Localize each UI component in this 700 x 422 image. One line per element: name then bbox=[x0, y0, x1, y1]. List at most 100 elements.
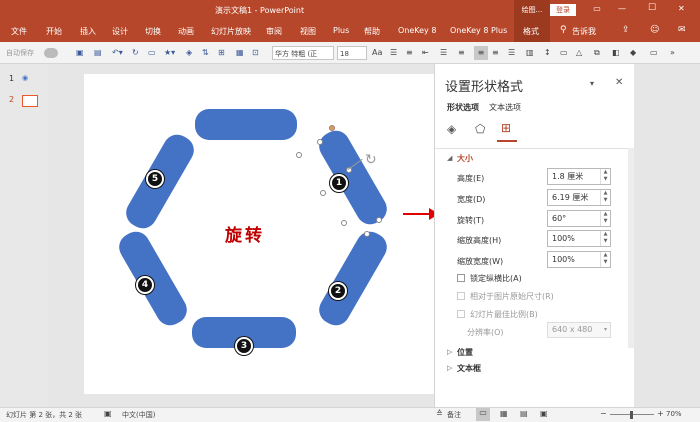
zoom-level[interactable]: 70% bbox=[666, 410, 682, 418]
sorter-view-icon[interactable]: ▦ bbox=[500, 409, 508, 418]
relative-original-checkbox[interactable] bbox=[457, 292, 465, 300]
slide-thumb-1[interactable]: ◉ bbox=[22, 74, 36, 84]
reading-view-icon[interactable]: ▤ bbox=[520, 409, 528, 418]
maximize-button[interactable]: ☐ bbox=[648, 3, 656, 13]
resize-handle[interactable] bbox=[320, 190, 326, 196]
shape-4[interactable] bbox=[114, 226, 192, 331]
undo-icon[interactable]: ↶▾ bbox=[112, 46, 123, 60]
shapes-icon[interactable]: ◈ bbox=[186, 46, 192, 60]
lock-aspect-checkbox[interactable] bbox=[457, 274, 465, 282]
tab-file[interactable]: 文件 bbox=[11, 26, 27, 37]
share-icon[interactable]: ⇪ bbox=[622, 25, 630, 35]
slide-icon[interactable]: ▭ bbox=[148, 46, 156, 60]
tab-insert[interactable]: 插入 bbox=[80, 26, 96, 37]
tell-me-search[interactable]: 告诉我 bbox=[572, 26, 596, 37]
slideshow-view-icon[interactable]: ▣ bbox=[540, 409, 548, 418]
scale-width-input[interactable]: 100% ▲ ▼ bbox=[547, 251, 611, 268]
scale-height-input[interactable]: 100% ▲ ▼ bbox=[547, 230, 611, 247]
align-left-icon[interactable]: ☰ bbox=[440, 46, 447, 60]
tab-format[interactable]: 格式 bbox=[523, 26, 539, 37]
arrange-icon[interactable]: ⧉ bbox=[594, 46, 600, 60]
tab-help[interactable]: 帮助 bbox=[364, 26, 380, 37]
resize-handle[interactable] bbox=[376, 217, 382, 223]
save-as-icon[interactable]: ▤ bbox=[94, 46, 102, 60]
line-spacing-icon[interactable]: ↕ bbox=[544, 46, 551, 60]
outline-icon[interactable]: ▭ bbox=[650, 46, 658, 60]
normal-view-icon[interactable]: ▭ bbox=[476, 408, 490, 421]
notes-button[interactable]: 备注 bbox=[447, 410, 461, 420]
rotation-input[interactable]: 60° ▲ ▼ bbox=[547, 210, 611, 227]
redo-icon[interactable]: ↻ bbox=[132, 46, 139, 60]
align-center-icon[interactable]: ≡ bbox=[474, 46, 488, 60]
minimize-button[interactable]: — bbox=[618, 4, 626, 13]
text-box-icon[interactable]: ▭ bbox=[560, 46, 568, 60]
center-text[interactable]: 旋转 bbox=[225, 221, 265, 246]
slide[interactable]: ↻ 1 2 3 4 5 旋转 bbox=[84, 74, 444, 394]
star-icon[interactable]: ★▾ bbox=[164, 46, 175, 60]
save-icon[interactable]: ▣ bbox=[76, 46, 84, 60]
tab-review[interactable]: 审阅 bbox=[266, 26, 282, 37]
tab-animations[interactable]: 动画 bbox=[178, 26, 194, 37]
best-scale-checkbox[interactable] bbox=[457, 310, 465, 318]
tab-shape-options[interactable]: 形状选项 bbox=[447, 102, 479, 113]
picture-icon[interactable]: ⊞ bbox=[218, 46, 225, 60]
tab-onekey8plus[interactable]: OneKey 8 Plus bbox=[450, 26, 507, 35]
language-label[interactable]: 中文(中国) bbox=[122, 410, 155, 420]
login-button[interactable]: 登录 bbox=[550, 4, 576, 16]
zoom-thumb[interactable] bbox=[630, 411, 633, 419]
align-left2-icon[interactable]: ≡ bbox=[458, 46, 465, 60]
fill-line-icon[interactable]: ◈ bbox=[447, 122, 456, 136]
align-right-icon[interactable]: ≡ bbox=[492, 46, 499, 60]
section-textbox[interactable]: 文本框 bbox=[457, 363, 481, 374]
ribbon-display-icon[interactable]: ▭ bbox=[590, 4, 604, 13]
notes-icon[interactable]: ≙ bbox=[436, 409, 443, 418]
tab-view[interactable]: 视图 bbox=[300, 26, 316, 37]
tab-transitions[interactable]: 切换 bbox=[145, 26, 161, 37]
more-icon[interactable]: » bbox=[670, 46, 675, 60]
close-button[interactable]: ✕ bbox=[678, 4, 685, 13]
shape-2[interactable] bbox=[314, 226, 392, 331]
quick-styles-icon[interactable]: ◧ bbox=[612, 46, 620, 60]
adjust-handle[interactable] bbox=[329, 125, 335, 131]
effects-icon[interactable]: ⬠ bbox=[475, 122, 485, 136]
tab-text-options[interactable]: 文本选项 bbox=[489, 102, 521, 113]
tab-home[interactable]: 开始 bbox=[46, 26, 62, 37]
resolution-select[interactable]: 640 x 480 ▾ bbox=[547, 322, 611, 338]
text-direction-icon[interactable]: ⇅ bbox=[202, 46, 209, 60]
tab-plus[interactable]: Plus bbox=[333, 26, 349, 35]
section-size[interactable]: 大小 bbox=[457, 153, 473, 164]
shape-icon[interactable]: △ bbox=[576, 46, 582, 60]
section-position[interactable]: 位置 bbox=[457, 347, 473, 358]
comment-icon[interactable]: ☺ bbox=[650, 25, 659, 35]
justify-icon[interactable]: ☰ bbox=[508, 46, 515, 60]
font-size-select[interactable]: 18 bbox=[337, 46, 367, 60]
autosave-toggle[interactable] bbox=[44, 48, 58, 58]
shape-top[interactable] bbox=[195, 109, 297, 140]
bullets-icon[interactable]: ☰ bbox=[390, 46, 397, 60]
font-name-select[interactable]: 华方 特粗 (正 bbox=[272, 46, 334, 60]
zoom-out-icon[interactable]: − bbox=[600, 409, 607, 418]
pane-close-icon[interactable]: ✕ bbox=[615, 77, 623, 88]
pane-options-icon[interactable]: ▾ bbox=[590, 79, 594, 88]
width-input[interactable]: 6.19 厘米 ▲ ▼ bbox=[547, 189, 611, 206]
expand-textbox-icon[interactable]: ▷ bbox=[447, 364, 452, 372]
rotate-handle-icon[interactable]: ↻ bbox=[365, 152, 377, 168]
resize-handle[interactable] bbox=[364, 231, 370, 237]
tab-slideshow[interactable]: 幻灯片放映 bbox=[211, 26, 251, 37]
feedback-icon[interactable]: ✉ bbox=[678, 25, 686, 35]
change-case-button[interactable]: Aa bbox=[372, 46, 382, 60]
height-input[interactable]: 1.8 厘米 ▲ ▼ bbox=[547, 168, 611, 185]
slide-thumb-2[interactable] bbox=[22, 95, 38, 107]
resize-handle[interactable] bbox=[317, 139, 323, 145]
spellcheck-icon[interactable]: ▣ bbox=[104, 409, 112, 418]
collapse-size-icon[interactable]: ◢ bbox=[447, 154, 452, 162]
expand-position-icon[interactable]: ▷ bbox=[447, 348, 452, 356]
resize-handle[interactable] bbox=[296, 152, 302, 158]
numbering-icon[interactable]: ≡ bbox=[406, 46, 413, 60]
table-icon[interactable]: ▦ bbox=[236, 46, 244, 60]
size-properties-icon[interactable]: ⊞ bbox=[501, 121, 511, 135]
resize-handle[interactable] bbox=[341, 220, 347, 226]
grid-icon[interactable]: ⊡ bbox=[252, 46, 259, 60]
fill-icon[interactable]: ◆ bbox=[630, 46, 636, 60]
tab-onekey8[interactable]: OneKey 8 bbox=[398, 26, 436, 35]
